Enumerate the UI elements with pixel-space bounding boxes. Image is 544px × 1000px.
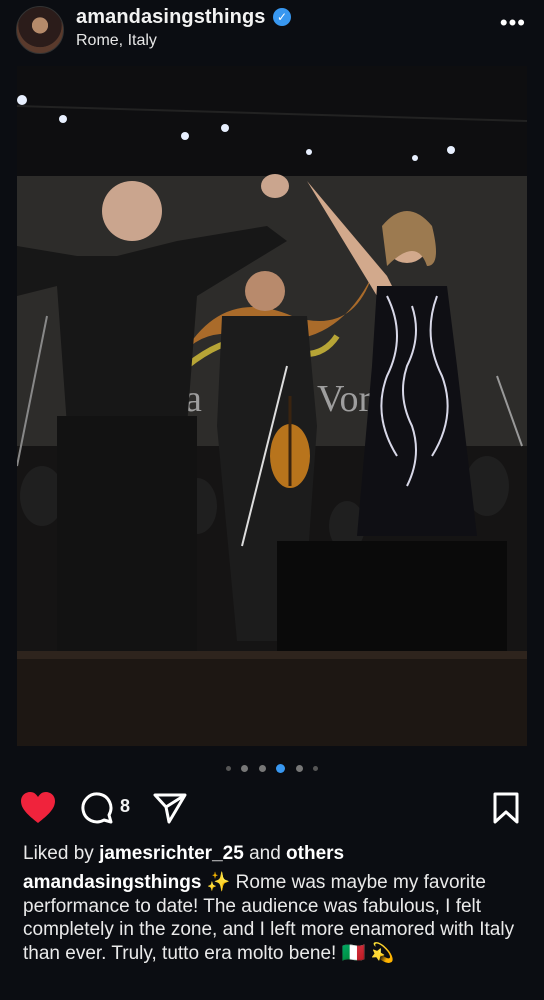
post-header: amandasingsthings ✓ Rome, Italy ••• xyxy=(0,0,544,64)
carousel-indicator xyxy=(0,760,544,776)
caption-username[interactable]: amandasingsthings xyxy=(23,872,201,893)
italy-flag-emoji-icon: 🇮🇹 xyxy=(341,942,366,964)
carousel-dot xyxy=(313,766,319,772)
likes-others-link[interactable]: others xyxy=(286,843,344,864)
carousel-dot xyxy=(295,765,303,773)
action-bar xyxy=(0,786,544,830)
post-photo[interactable]: a Vor xyxy=(17,66,527,746)
carousel-dot xyxy=(241,765,249,773)
verified-badge-icon: ✓ xyxy=(273,8,291,26)
svg-text:Vor: Vor xyxy=(317,378,372,420)
comment-button[interactable] xyxy=(80,786,114,830)
sparkles-emoji-icon: ✨ xyxy=(206,872,231,893)
post-location[interactable]: Rome, Italy xyxy=(76,32,157,50)
carousel-dot-active xyxy=(276,764,286,774)
comment-count: 8 xyxy=(120,796,131,816)
likes-prefix: Liked by xyxy=(23,843,94,864)
bookmark-icon xyxy=(493,792,519,824)
heart-icon xyxy=(21,792,55,823)
avatar[interactable] xyxy=(16,6,64,54)
concert-photo-illustration: a Vor xyxy=(17,66,527,746)
likes-joiner: and xyxy=(249,843,281,864)
send-icon xyxy=(153,793,187,824)
like-button[interactable] xyxy=(20,786,56,830)
post-username[interactable]: amandasingsthings xyxy=(76,6,266,29)
liked-by-user-link[interactable]: jamesrichter_25 xyxy=(99,843,244,864)
share-button[interactable] xyxy=(153,786,187,830)
comment-icon xyxy=(81,792,113,824)
carousel-dot xyxy=(258,765,266,773)
likes-summary: Liked by jamesrichter_25 and others xyxy=(23,843,344,865)
post-caption: amandasingsthings ✨ Rome was maybe my fa… xyxy=(23,871,523,965)
save-button[interactable] xyxy=(492,786,520,830)
carousel-dot xyxy=(225,766,231,772)
more-options-icon[interactable]: ••• xyxy=(500,10,526,36)
dizzy-star-emoji-icon: 💫 xyxy=(370,942,395,964)
